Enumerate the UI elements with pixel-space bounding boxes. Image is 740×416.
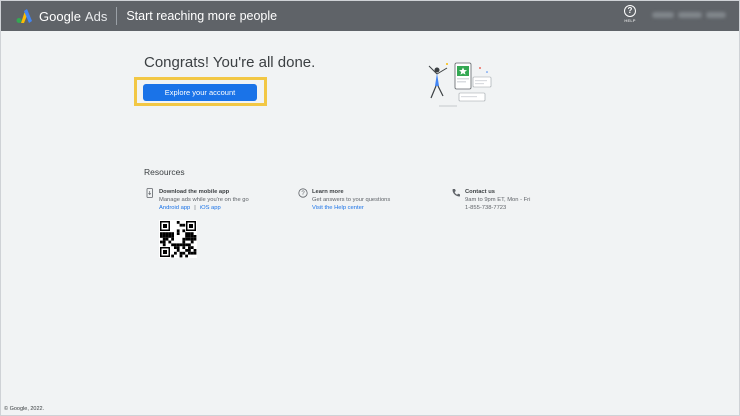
brand-ads: Ads [84,8,108,24]
help-icon: ? [624,5,636,17]
help-circle-icon: ? [298,188,308,198]
help-button[interactable]: ? HELP [622,5,638,23]
resources-heading: Resources [144,167,185,177]
phone-download-icon [145,188,154,198]
brand-google: Google [39,8,81,24]
explore-account-button[interactable]: Explore your account [143,84,257,101]
contact-title: Contact us [465,189,495,195]
android-app-link[interactable]: Android app [159,205,190,211]
contact-phone: 1-855-738-7723 [465,205,507,211]
footer-copyright: © Google, 2022. [4,406,45,412]
resource-mobile-app: Download the mobile app Manage ads while… [145,188,249,212]
qr-code-icon [159,220,197,258]
contact-hours: 9am to 9pm ET, Mon - Fri [465,197,531,203]
congrats-headline: Congrats! You're all done. [144,54,316,71]
brand-name: Google Ads [39,9,107,24]
mobile-app-title: Download the mobile app [159,189,230,195]
phone-icon [451,188,460,198]
link-separator: | [194,205,196,211]
page-title: Start reaching more people [126,9,278,23]
learn-more-desc: Get answers to your questions [312,197,391,203]
resource-learn-more: ? Learn more Get answers to your questio… [298,188,390,212]
header-divider [116,7,118,25]
learn-more-title: Learn more [312,189,344,195]
mobile-app-desc: Manage ads while you're on the go [159,197,249,203]
ios-app-link[interactable]: iOS app [200,205,221,211]
account-info-blurred[interactable] [652,8,734,22]
google-ads-logo-icon[interactable] [15,9,33,23]
help-center-link[interactable]: Visit the Help center [312,205,364,211]
svg-text:?: ? [301,191,305,197]
resource-contact: Contact us 9am to 9pm ET, Mon - Fri 1-85… [451,188,530,212]
celebration-illustration-icon [425,60,497,112]
help-label: HELP [624,18,636,23]
